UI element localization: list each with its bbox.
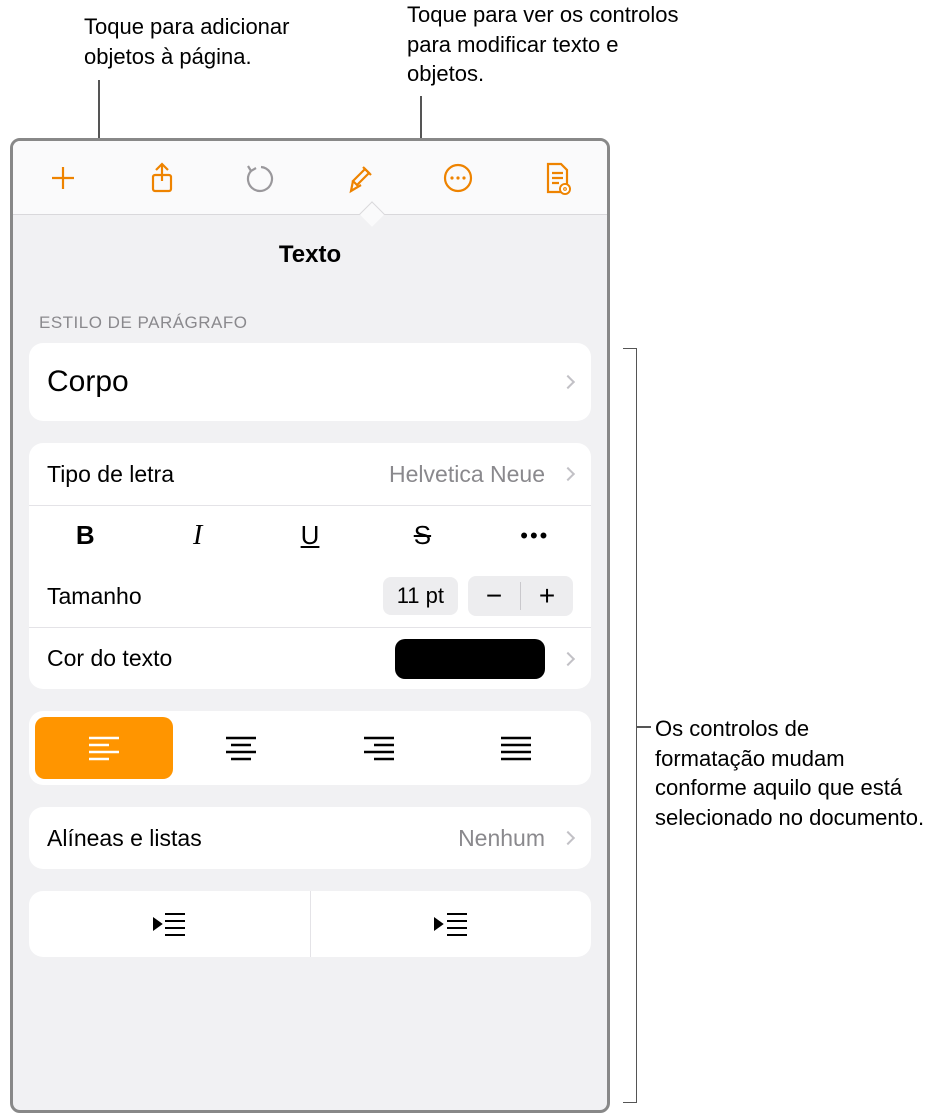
bullets-card: Alíneas e listas Nenhum [29,807,591,869]
font-label: Tipo de letra [47,461,174,488]
share-icon [147,161,177,195]
paragraph-style-header: ESTILO DE PARÁGRAFO [13,293,607,343]
size-increase-button[interactable]: + [521,576,573,616]
format-icon [343,161,375,195]
size-stepper: − + [468,576,573,616]
underline-button[interactable]: U [254,520,366,551]
font-card: Tipo de letra Helvetica Neue B I U S •••… [29,443,591,689]
add-button[interactable] [27,141,99,215]
device-frame: Texto ESTILO DE PARÁGRAFO Corpo Tipo de … [10,138,610,1113]
text-color-value-wrap [395,639,573,679]
panel-title: Texto [13,215,607,293]
format-panel: Texto ESTILO DE PARÁGRAFO Corpo Tipo de … [13,215,607,1110]
add-icon [48,163,78,193]
format-button[interactable] [323,141,395,215]
italic-button[interactable]: I [141,520,253,552]
align-center-icon [224,735,258,761]
align-justify-button[interactable] [448,717,586,779]
paragraph-style-card: Corpo [29,343,591,421]
text-style-row: B I U S ••• [29,505,591,565]
align-left-icon [87,735,121,761]
strikethrough-button[interactable]: S [366,520,478,551]
more-icon [442,162,474,194]
bullets-value: Nenhum [458,825,545,852]
indent-button[interactable] [310,891,592,957]
paragraph-style-value: Corpo [47,365,129,399]
size-label: Tamanho [47,583,142,610]
document-button[interactable] [521,141,593,215]
outdent-button[interactable] [29,891,310,957]
document-icon [542,161,572,195]
callout-line [637,726,651,728]
size-row: Tamanho 11 pt − + [29,565,591,627]
chevron-right-icon [561,375,575,389]
more-styles-button[interactable]: ••• [479,523,591,549]
font-value: Helvetica Neue [389,461,573,488]
chevron-right-icon [561,467,575,481]
paragraph-style-row[interactable]: Corpo [29,343,591,421]
callout-bracket [623,348,637,1103]
font-value-text: Helvetica Neue [389,461,545,488]
callout-controls: Os controlos de formatação mudam conform… [655,714,925,833]
font-row[interactable]: Tipo de letra Helvetica Neue [29,443,591,505]
text-color-label: Cor do texto [47,645,172,672]
bold-button[interactable]: B [29,520,141,551]
text-color-swatch [395,639,545,679]
outdent-icon [151,911,187,937]
bullets-label: Alíneas e listas [47,825,202,852]
size-value[interactable]: 11 pt [383,577,458,615]
alignment-card [29,711,591,785]
callout-add-objects: Toque para adicionar objetos à página. [84,12,344,71]
chevron-right-icon [561,831,575,845]
indent-icon [433,911,469,937]
align-center-button[interactable] [173,717,311,779]
align-right-button[interactable] [310,717,448,779]
chevron-right-icon [561,651,575,665]
callout-format: Toque para ver os controlos para modific… [407,0,697,89]
align-right-icon [362,735,396,761]
size-controls: 11 pt − + [383,576,573,616]
bullets-row[interactable]: Alíneas e listas Nenhum [29,807,591,869]
size-decrease-button[interactable]: − [468,576,520,616]
undo-button[interactable] [225,141,297,215]
align-justify-icon [499,735,533,761]
indent-card [29,891,591,957]
bullets-value-wrap: Nenhum [458,825,573,852]
toolbar [13,141,607,215]
share-button[interactable] [126,141,198,215]
undo-icon [245,163,277,193]
more-button[interactable] [422,141,494,215]
text-color-row[interactable]: Cor do texto [29,627,591,689]
align-left-button[interactable] [35,717,173,779]
